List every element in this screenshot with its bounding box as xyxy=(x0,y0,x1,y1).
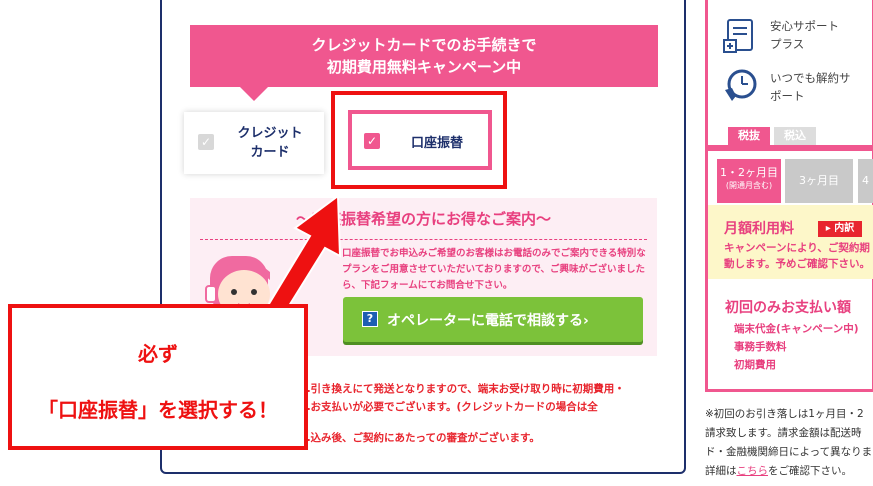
breakdown-button[interactable]: ▸ 内訳 xyxy=(818,221,862,237)
instruction-callout: 必ず 「口座振替」を選択する！ xyxy=(8,304,308,450)
credit-option-label: クレジット カード xyxy=(228,124,312,162)
footnote-line1: ※初回のお引き落しは1ヶ月目・2 xyxy=(705,408,864,420)
footnote-line3: ド・金融機関締日によって異なりま xyxy=(705,446,873,458)
feature1-line1: 安心サポート xyxy=(770,19,839,33)
clock-phone-icon xyxy=(725,69,757,101)
credit-label-line2: カード xyxy=(250,145,290,160)
first-item-device: 端末代金(キャンペーン中) xyxy=(734,323,859,335)
bank-option-label: 口座振替 xyxy=(410,136,463,151)
support-plus-icon xyxy=(723,19,753,53)
credit-checkbox[interactable]: ✓ xyxy=(198,134,214,150)
feature-cancel-support: いつでも解約サ ポート xyxy=(770,69,873,105)
feature2-line1: いつでも解約サ xyxy=(770,71,851,85)
tab-bar xyxy=(708,145,873,151)
notice-text: …引き換えにて発送となりますので、端末お受け取り時に初期費用・ …お支払いが必要… xyxy=(300,380,670,416)
first-item-admin-fee: 事務手数料 xyxy=(734,341,787,353)
feature-support-plus: 安心サポート プラス xyxy=(770,17,873,53)
details-link[interactable]: こちら xyxy=(737,465,769,477)
notice-line3: …込み後、ご契約にあたっての審査がございます。 xyxy=(300,432,540,444)
billing-footnote: ※初回のお引き落しは1ヶ月目・2 請求致します。請求金額は配送時 ド・金融機関締… xyxy=(705,405,873,481)
callout-line2: 「口座振替」を選択する！ xyxy=(38,398,278,422)
call-operator-button[interactable]: ? オペレーターに電話で相談する› xyxy=(343,297,643,342)
info-divider xyxy=(200,239,647,240)
credit-label-line1: クレジット xyxy=(237,126,303,141)
help-icon: ? xyxy=(362,311,378,327)
bank-checkbox[interactable]: ✓ xyxy=(364,133,380,149)
info-text: 口座振替でお申込みご希望のお客様はお電話のみでご案内できる特別なプランをご用意さ… xyxy=(342,248,646,291)
bank-transfer-option[interactable]: ✓ 口座振替 xyxy=(348,110,492,170)
banner-pointer xyxy=(240,87,268,101)
first-payment-list: 端末代金(キャンペーン中) 事務手数料 初期費用 xyxy=(734,320,859,374)
tab-tax-included[interactable]: 税込 xyxy=(774,127,816,145)
tab-month-4[interactable]: 4 xyxy=(858,159,873,203)
callout-line1: 必ず xyxy=(138,342,178,366)
credit-card-option[interactable]: ✓ クレジット カード xyxy=(184,112,324,174)
fee-text-line1: キャンペーンにより、ご契約期 xyxy=(724,242,870,254)
month-tab1-line1: 1・2ヶ月目 xyxy=(720,166,778,179)
tab-tax-excluded[interactable]: 税抜 xyxy=(728,127,770,145)
info-title: 〜口座振替希望の方にお得なご案内〜 xyxy=(295,210,551,228)
monthly-fee-title: 月額利用料 xyxy=(724,221,794,237)
tab-month-1-2[interactable]: 1・2ヶ月目 (開通月含む) xyxy=(717,159,781,203)
monthly-fee-text: キャンペーンにより、ご契約期 動します。予めご確認下さい。 xyxy=(724,240,873,272)
banner-line1: クレジットカードでのお手続きで xyxy=(311,36,537,54)
tab-month-3[interactable]: 3ヶ月目 xyxy=(785,159,853,203)
first-payment-title: 初回のみお支払い額 xyxy=(725,300,851,316)
banner-line2: 初期費用無料キャンペーン中 xyxy=(326,58,522,76)
call-operator-label: オペレーターに電話で相談する› xyxy=(387,313,589,329)
notice-line2: …お支払いが必要でございます。(クレジットカードの場合は全 xyxy=(300,401,598,413)
monthly-fee-box: 月額利用料 ▸ 内訳 キャンペーンにより、ご契約期 動します。予めご確認下さい。 xyxy=(708,205,873,279)
fee-text-line2: 動します。予めご確認下さい。 xyxy=(724,258,870,270)
campaign-banner: クレジットカードでのお手続きで 初期費用無料キャンペーン中 xyxy=(190,25,658,87)
feature2-line2: ポート xyxy=(770,89,805,103)
month-tab1-line2: (開通月含む) xyxy=(725,181,773,190)
footnote-line2: 請求致します。請求金額は配送時 xyxy=(705,427,862,439)
notice-line1: …引き換えにて発送となりますので、端末お受け取り時に初期費用・ xyxy=(300,383,625,395)
footnote-line4: 詳細はこちらをご確認下さい。 xyxy=(705,465,852,477)
feature1-line2: プラス xyxy=(770,37,805,51)
first-item-initial-fee: 初期費用 xyxy=(734,359,776,371)
